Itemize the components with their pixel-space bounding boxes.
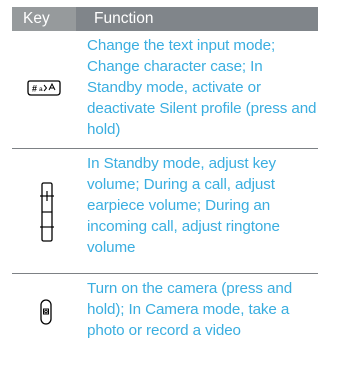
table-row: In Standby mode, adjust key volume; Duri…	[12, 149, 318, 274]
function-text: Change the text input mode; Change chara…	[87, 37, 317, 138]
key-cell	[12, 274, 87, 365]
function-text: In Standby mode, adjust key volume; Duri…	[87, 155, 280, 256]
hash-key-icon: # a	[27, 80, 61, 96]
svg-text:#: #	[32, 84, 37, 94]
camera-key-icon	[40, 299, 52, 325]
key-cell	[12, 149, 87, 273]
key-cell: # a	[12, 31, 87, 148]
table-header: Key Function	[12, 7, 318, 31]
table-row: # a Change the text input mode; Change c…	[12, 31, 318, 149]
svg-text:a: a	[39, 86, 43, 93]
header-function: Function	[76, 7, 318, 31]
volume-key-icon	[40, 182, 54, 242]
table-row: Turn on the camera (press and hold); In …	[12, 274, 318, 365]
header-key: Key	[12, 7, 76, 31]
function-text: Turn on the camera (press and hold); In …	[87, 280, 293, 339]
key-function-table: Key Function # a Change the text input m…	[12, 7, 318, 365]
